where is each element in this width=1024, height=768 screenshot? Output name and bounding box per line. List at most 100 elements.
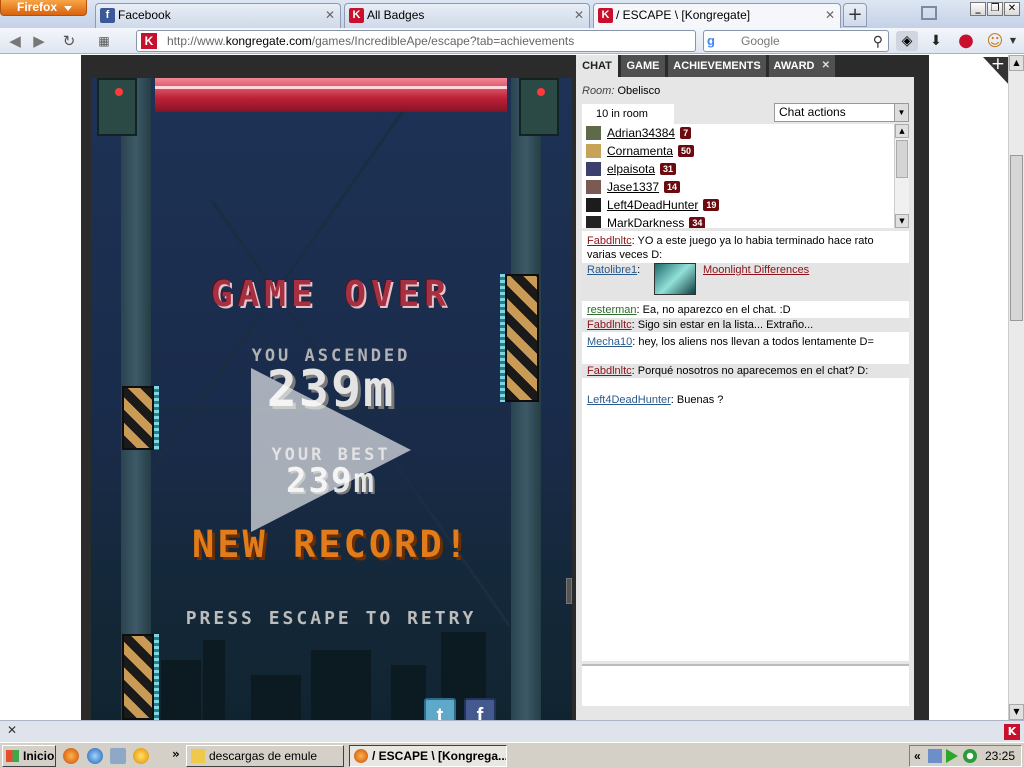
in-room-count[interactable]: 10 in room xyxy=(582,104,674,124)
username[interactable]: elpaisota 31 xyxy=(607,160,677,178)
username[interactable]: Left4DeadHunter 19 xyxy=(607,196,720,214)
start-button[interactable]: Inicio xyxy=(2,745,56,767)
play-tray-icon[interactable] xyxy=(946,749,958,763)
user-row[interactable]: Left4DeadHunter 19 xyxy=(582,196,892,214)
desktop-icon[interactable] xyxy=(110,748,126,764)
chat-actions-select[interactable]: Chat actions ▼ xyxy=(774,103,909,122)
message-user[interactable]: Mecha10 xyxy=(587,336,632,348)
username[interactable]: Cornamenta 50 xyxy=(607,142,695,160)
right-machine xyxy=(519,78,559,136)
scroll-up-icon[interactable]: ▲ xyxy=(895,124,909,138)
tab-award[interactable]: AWARD ✕ xyxy=(769,55,835,77)
close-icon[interactable]: ✕ xyxy=(825,4,835,26)
message-text: : hey, los aliens nos llevan a todos len… xyxy=(632,336,874,348)
user-row[interactable]: MarkDarkness 34 xyxy=(582,214,892,228)
username[interactable]: Jase1337 14 xyxy=(607,178,681,196)
browser-tab-strip: Firefox f Facebook ✕ K All Badges ✕ K / … xyxy=(0,0,1024,29)
building xyxy=(251,675,301,720)
back-button[interactable]: ◀ xyxy=(4,30,26,52)
shared-game-thumbnail[interactable] xyxy=(654,263,696,295)
message-user[interactable]: Left4DeadHunter xyxy=(587,394,671,406)
message-user[interactable]: Ratolibre1 xyxy=(587,264,637,276)
user-row[interactable]: Adrian34384 7 xyxy=(582,124,892,142)
game-canvas[interactable]: GAME OVER YOU ASCENDED 239m YOUR BEST 23… xyxy=(91,78,572,720)
tray-expand[interactable]: « xyxy=(914,746,921,766)
username-text: elpaisota xyxy=(607,162,656,176)
tab-chat[interactable]: CHAT xyxy=(576,55,618,77)
start-label: Inicio xyxy=(23,749,55,763)
chat-message: Left4DeadHunter: Buenas ? xyxy=(582,393,909,407)
twitter-icon[interactable]: t xyxy=(424,698,456,720)
message-user[interactable]: Fabdlnltc xyxy=(587,365,632,377)
forward-button[interactable]: ▶ xyxy=(28,30,50,52)
close-icon[interactable]: ✕ xyxy=(325,4,335,26)
apps-grid-icon[interactable]: ▦ xyxy=(92,30,116,52)
taskbar-item-emule[interactable]: descargas de emule xyxy=(186,745,344,767)
resize-handle[interactable] xyxy=(566,578,572,604)
google-icon[interactable]: g xyxy=(707,33,715,49)
antivirus-icon[interactable] xyxy=(963,749,977,763)
facebook-icon[interactable]: f xyxy=(464,698,496,720)
message-user[interactable]: resterman xyxy=(587,304,637,316)
internet-explorer-icon[interactable] xyxy=(87,748,103,764)
media-icon[interactable] xyxy=(133,748,149,764)
kongregate-icon[interactable]: K xyxy=(1004,724,1020,740)
addon-red-icon[interactable]: ● xyxy=(955,31,977,51)
kongregate-icon: K xyxy=(349,8,364,23)
chat-input[interactable] xyxy=(582,664,909,706)
tab-facebook[interactable]: f Facebook ✕ xyxy=(95,3,341,28)
address-bar[interactable]: K http://www.kongregate.com/games/Incred… xyxy=(136,30,696,52)
search-icon[interactable]: ⚲ xyxy=(873,31,883,51)
play-icon[interactable] xyxy=(251,368,411,532)
username[interactable]: MarkDarkness 34 xyxy=(607,214,706,228)
download-icon[interactable]: ⬇ xyxy=(925,31,947,51)
username-text: Jase1337 xyxy=(607,180,660,194)
close-icon[interactable]: ✕ xyxy=(822,55,830,77)
tab-escape[interactable]: K / ESCAPE \ [Kongregate] ✕ xyxy=(593,3,841,29)
chat-message: Fabdlnltc: Porqué nosotros no aparecemos… xyxy=(582,364,909,378)
network-icon[interactable] xyxy=(928,749,942,763)
firefox-menu-button[interactable]: Firefox xyxy=(0,0,87,16)
scroll-thumb[interactable] xyxy=(896,140,908,178)
level-badge: 19 xyxy=(703,199,720,211)
tab-game[interactable]: GAME xyxy=(621,55,665,77)
user-list-scrollbar[interactable]: ▲ ▼ xyxy=(894,124,909,228)
maximize-button[interactable]: ❐ xyxy=(987,2,1003,16)
firefox-icon[interactable] xyxy=(63,748,79,764)
tab-achievements[interactable]: ACHIEVEMENTS xyxy=(668,55,766,77)
scroll-down-icon[interactable]: ▼ xyxy=(1009,704,1024,720)
chevron-down-icon[interactable]: ▼ xyxy=(1006,31,1020,51)
user-row[interactable]: elpaisota 31 xyxy=(582,160,892,178)
username[interactable]: Adrian34384 7 xyxy=(607,124,692,142)
page-fold-plus-icon[interactable]: + xyxy=(983,57,1008,87)
spikes xyxy=(154,634,159,720)
reload-button[interactable]: ↻ xyxy=(58,30,80,52)
close-icon[interactable]: ✕ xyxy=(7,723,17,737)
user-row[interactable]: Jase1337 14 xyxy=(582,178,892,196)
room-line: Room: Obelisco xyxy=(582,85,660,97)
message-user[interactable]: Fabdlnltc xyxy=(587,235,632,247)
page-scrollbar[interactable]: ▲ ▼ xyxy=(1008,55,1024,720)
search-input[interactable]: g Google ⚲ xyxy=(703,30,889,52)
close-icon[interactable]: ✕ xyxy=(574,4,584,26)
window-close-button[interactable]: ✕ xyxy=(1004,2,1020,16)
chat-panel: Room: Obelisco 10 in room Chat actions ▼ … xyxy=(576,77,914,720)
taskbar-item-firefox[interactable]: / ESCAPE \ [Kongrega... xyxy=(349,745,507,767)
shared-game-link[interactable]: Moonlight Differences xyxy=(703,263,809,277)
message-user[interactable]: Fabdlnltc xyxy=(587,319,632,331)
new-tab-button[interactable]: + xyxy=(843,3,867,27)
monkey-icon[interactable]: ☺ xyxy=(984,31,1006,51)
quicklaunch-overflow[interactable]: » xyxy=(172,747,180,761)
minimize-button[interactable]: _ xyxy=(970,2,986,16)
tab-all-badges[interactable]: K All Badges ✕ xyxy=(344,3,590,28)
scroll-down-icon[interactable]: ▼ xyxy=(895,214,909,228)
clock: 23:25 xyxy=(984,749,1015,763)
user-row[interactable]: Cornamenta 50 xyxy=(582,142,892,160)
search-placeholder: Google xyxy=(741,34,780,48)
chat-message: Fabdlnltc: Sigo sin estar en la lista...… xyxy=(582,318,909,332)
tab-list-icon[interactable] xyxy=(921,6,937,20)
scroll-thumb[interactable] xyxy=(1010,155,1023,321)
addon-icon[interactable]: ◈ xyxy=(896,31,918,51)
scroll-up-icon[interactable]: ▲ xyxy=(1009,55,1024,71)
firefox-menu-label: Firefox xyxy=(17,0,58,14)
